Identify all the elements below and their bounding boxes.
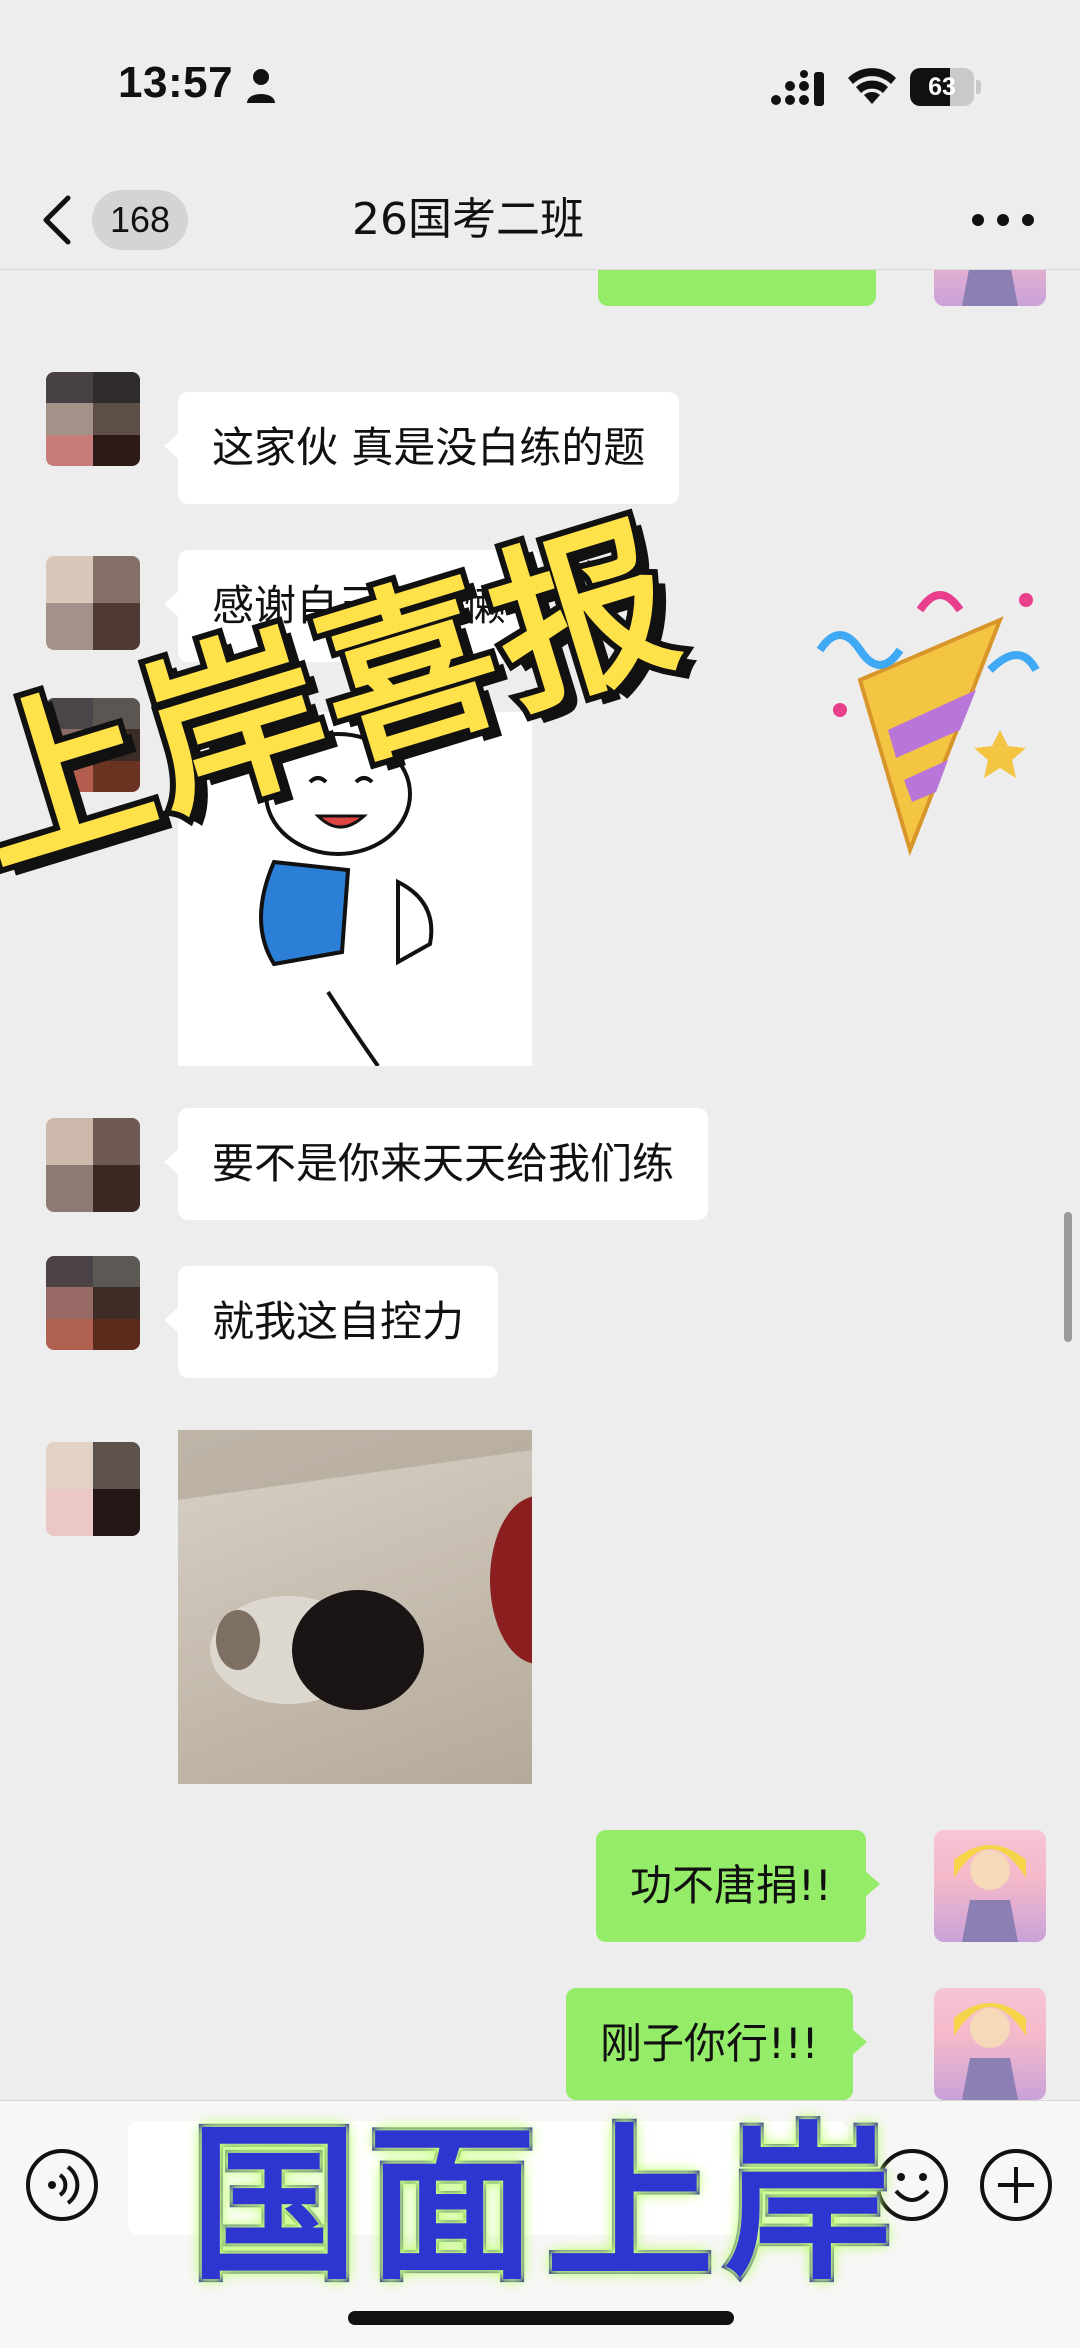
more-dots-icon (972, 214, 984, 226)
my-avatar[interactable] (934, 1988, 1046, 2100)
my-avatar[interactable] (934, 1830, 1046, 1942)
bottom-banner-overlay: 国面上岸 (187, 2104, 902, 2306)
status-bar: 13:57 63 (0, 0, 1080, 170)
chevron-left-icon (43, 195, 71, 245)
battery-level: 63 (928, 73, 956, 101)
person-icon (247, 69, 275, 103)
voice-icon[interactable] (24, 2147, 100, 2223)
more-button[interactable] (972, 194, 1034, 246)
member-avatar[interactable] (46, 1256, 140, 1350)
my-avatar[interactable] (934, 270, 1046, 306)
signal-icon (771, 70, 824, 106)
status-time: 13:57 (118, 58, 234, 107)
member-avatar[interactable] (46, 372, 140, 466)
message-bubble[interactable]: 就我这自控力 (163, 1266, 499, 1378)
back-button[interactable]: 168 (40, 184, 190, 256)
battery-icon: 63 (910, 68, 982, 106)
message-bubble[interactable]: 刚子你行!!! (566, 1988, 867, 2100)
message-bubble[interactable]: 要不是你来天天给我们练 (163, 1108, 709, 1220)
scroll-indicator[interactable] (1064, 1212, 1072, 1342)
plus-icon[interactable] (978, 2147, 1054, 2223)
home-indicator (348, 2311, 734, 2325)
unread-count-badge: 168 (92, 190, 188, 250)
member-avatar[interactable] (46, 1118, 140, 1212)
chat-title: 26国考二班 (352, 194, 584, 245)
party-popper-icon (816, 591, 1040, 857)
chat-header: 168 26国考二班 (0, 170, 1080, 270)
message-bubble[interactable]: 功不唐捐!! (596, 1830, 880, 1942)
photo-image[interactable] (178, 1430, 532, 1784)
wifi-icon (848, 68, 896, 104)
message-bubble[interactable]: 也是最高的 (598, 270, 877, 306)
member-avatar[interactable] (46, 1442, 140, 1536)
